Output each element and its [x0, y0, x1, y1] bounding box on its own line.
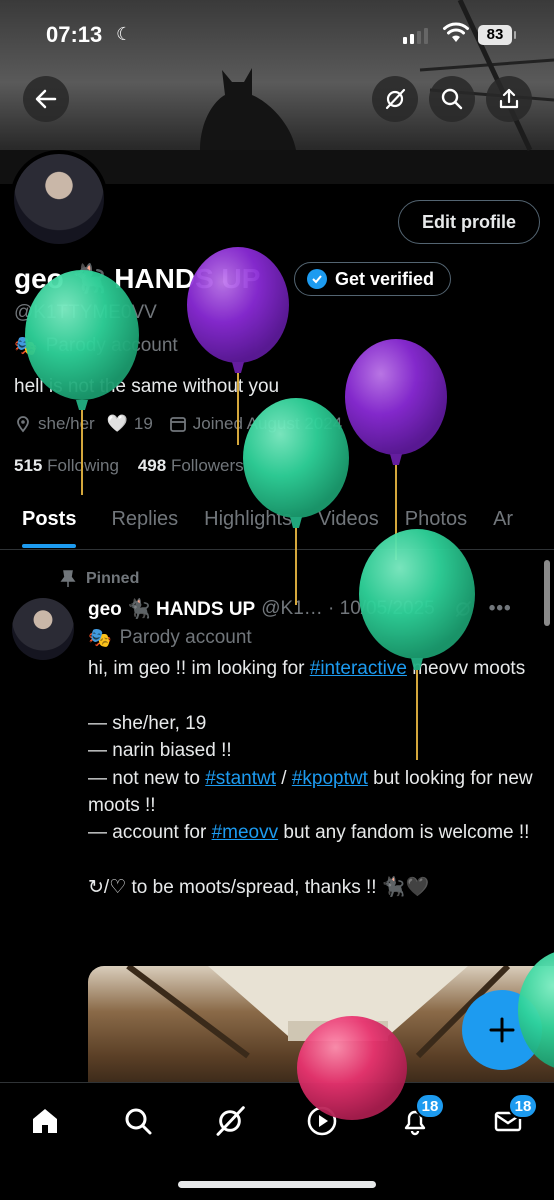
back-button[interactable] [23, 76, 69, 122]
home-indicator [178, 1181, 376, 1188]
nav-notifications[interactable]: 18 [395, 1093, 445, 1141]
hashtag-link[interactable]: #meovv [212, 822, 279, 843]
search-icon [125, 1108, 152, 1135]
tab-photos[interactable]: Photos [405, 500, 467, 549]
post-author[interactable]: geo 🐈‍⬛ HANDS UP [88, 597, 255, 621]
post-handle-date: @K1… · 10/05/2025 [261, 598, 435, 619]
following-link[interactable]: 515 Following [14, 456, 119, 475]
pin-icon [60, 570, 76, 587]
search-button[interactable] [429, 76, 475, 122]
post-text: hi, im geo !! im looking for #interactiv… [88, 658, 538, 899]
wifi-icon [443, 22, 469, 42]
grok-icon [216, 1106, 245, 1136]
mask-icon: 🎭 [88, 628, 112, 649]
tab-highlights[interactable]: Highlights [204, 500, 292, 549]
post-header: geo 🐈‍⬛ HANDS UP @K1… · 10/05/2025 ••• [88, 597, 512, 621]
get-verified-button[interactable]: Get verified [294, 262, 452, 296]
nav-grok[interactable] [210, 1101, 250, 1141]
tab-posts[interactable]: Posts [22, 500, 77, 549]
battery-indicator: 83 [478, 25, 516, 45]
profile-bio: hell is not the same without you [14, 376, 280, 397]
compose-button[interactable] [462, 990, 542, 1070]
clock: 07:13 [46, 22, 103, 47]
profile-tabs: Posts Replies Highlights Videos Photos A… [0, 500, 554, 550]
pronouns: she/her [38, 414, 95, 433]
notifications-badge: 18 [415, 1093, 445, 1119]
joined-date: Joined August 2024 [192, 414, 343, 433]
play-circle-icon [307, 1106, 337, 1136]
mask-icon: 🎭 [14, 336, 38, 357]
share-button[interactable] [486, 76, 532, 122]
edit-profile-button[interactable]: Edit profile [398, 200, 540, 244]
arrow-left-icon [35, 89, 57, 109]
age: 19 [133, 414, 153, 433]
grok-icon [385, 88, 406, 110]
grok-icon[interactable] [453, 599, 473, 619]
hashtag-link[interactable]: #stantwt [205, 768, 276, 789]
calendar-icon [169, 417, 186, 432]
signal-icon [403, 28, 428, 44]
more-options-icon[interactable]: ••• [489, 598, 512, 620]
post-avatar[interactable] [12, 598, 74, 660]
followers-link[interactable]: 498 Followers [138, 456, 244, 475]
hashtag-link[interactable]: #kpoptwt [292, 768, 368, 789]
tab-articles[interactable]: Ar [493, 500, 513, 549]
profile-avatar[interactable] [10, 150, 108, 248]
parody-label: 🎭 Parody account [14, 335, 178, 357]
follow-stats: 515 Following 498 Followers [14, 456, 244, 476]
post-parody-label: 🎭 Parody account [88, 627, 252, 649]
share-icon [499, 88, 519, 109]
verified-badge-icon [307, 269, 327, 289]
tab-videos[interactable]: Videos [318, 500, 379, 549]
moon-icon: ☾ [116, 24, 133, 44]
messages-badge: 18 [508, 1093, 538, 1119]
nav-messages[interactable]: 18 [488, 1093, 538, 1141]
profile-name: geo 🐈‍⬛ HANDS UP [14, 263, 261, 294]
nav-video[interactable] [302, 1101, 342, 1141]
get-verified-label: Get verified [335, 268, 435, 289]
status-bar: 07:13 ☾ 83 [0, 0, 554, 70]
grok-button[interactable] [372, 76, 418, 122]
profile-handle: @K1TTYME0VV [14, 302, 157, 323]
nav-search[interactable] [118, 1101, 158, 1141]
location-icon [17, 416, 29, 433]
heart-emoji: 🤍 [106, 414, 128, 433]
pinned-label: Pinned [60, 570, 139, 588]
tab-replies[interactable]: Replies [111, 500, 178, 549]
plus-icon [489, 1017, 515, 1043]
scrollbar[interactable] [544, 560, 550, 626]
search-icon [441, 88, 463, 110]
home-icon [33, 1109, 57, 1133]
profile-meta: she/her 🤍 19 Joined August 2024 [14, 414, 342, 434]
nav-home[interactable] [25, 1101, 65, 1141]
hashtag-link[interactable]: #interactive [310, 658, 407, 679]
